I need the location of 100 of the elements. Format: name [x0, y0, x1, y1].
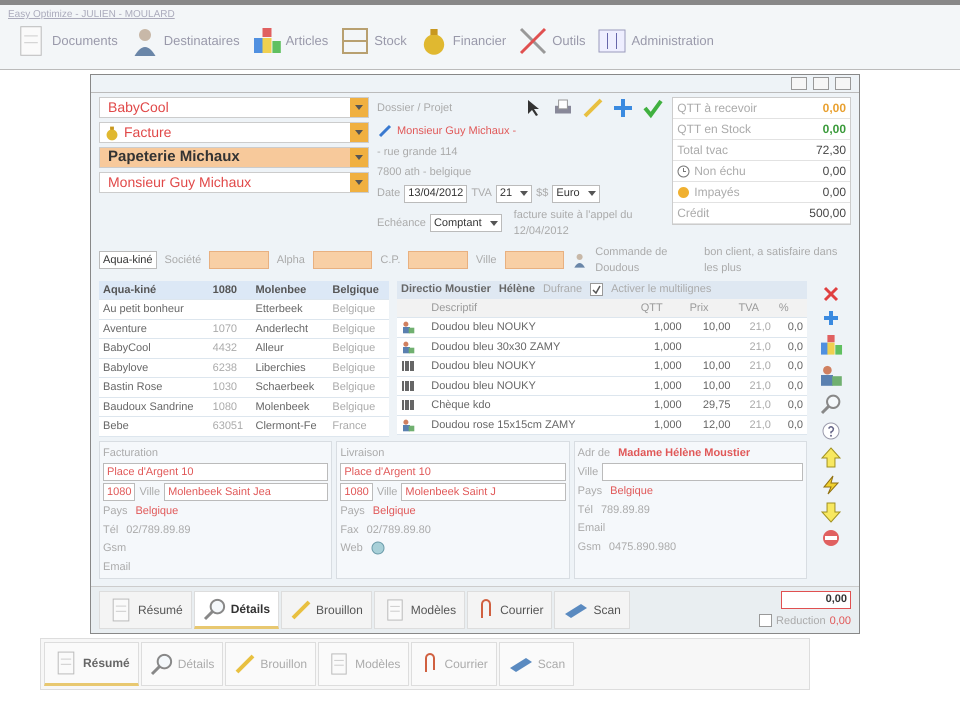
- pen-icon: [377, 123, 393, 140]
- currency-dropdown[interactable]: Euro: [552, 184, 600, 202]
- date-field[interactable]: 13/04/2012: [404, 184, 468, 202]
- city-cell: Molenbeek: [252, 397, 328, 416]
- contact-label: Gsm: [103, 541, 126, 556]
- contact-first-name: Hélène: [498, 282, 535, 298]
- country-value: Belgique: [372, 504, 416, 519]
- filter-field[interactable]: [312, 251, 372, 269]
- barcode-icon: [401, 359, 415, 374]
- client-row[interactable]: BabyCool 4432 Alleur Belgique: [99, 338, 389, 358]
- folder-label: Dossier / Projet: [377, 100, 452, 116]
- plus-icon: [822, 308, 840, 326]
- multiline-checkbox[interactable]: [590, 283, 604, 296]
- client-row[interactable]: Aventure 1070 Anderlecht Belgique: [99, 319, 389, 338]
- caret-icon: [355, 180, 363, 185]
- client-row[interactable]: Aqua-kiné 1080 Molenbee Belgique: [99, 280, 389, 300]
- summary-label: QTT en Stock: [677, 121, 752, 138]
- street-field[interactable]: Place d'Argent 10: [340, 463, 566, 481]
- tab[interactable]: Brouillon: [281, 590, 372, 629]
- section-title: Adr de: [578, 446, 610, 460]
- country-cell: Belgique: [328, 338, 389, 358]
- section-title: Livraison: [340, 446, 384, 460]
- city-cell: Liberchies: [252, 358, 328, 378]
- country-label: Pays: [340, 504, 365, 519]
- country-cell: Belgique: [328, 300, 389, 319]
- table-cell: 10,00: [686, 376, 734, 396]
- city-field[interactable]: Molenbeek Saint J: [401, 483, 566, 501]
- country-cell: France: [328, 416, 389, 436]
- table-cell: Doudou bleu NOUKY: [427, 376, 637, 396]
- contact-surname: Directio Moustier: [401, 282, 491, 298]
- dropdown-field[interactable]: Facture: [99, 122, 369, 143]
- author-name: Dufrane: [542, 282, 582, 298]
- column-header: QTT: [636, 298, 686, 318]
- tab[interactable]: Résumé: [99, 590, 192, 629]
- client-row[interactable]: Bebe 63051 Clermont-Fe France: [99, 416, 389, 436]
- contact-label: Web: [340, 541, 363, 556]
- column-header: TVA: [734, 298, 775, 318]
- tab[interactable]: Courrier: [467, 590, 552, 629]
- table-cell: Chèque kdo: [427, 396, 637, 415]
- summary-value: 72,30: [816, 142, 846, 159]
- filter-field[interactable]: [408, 251, 468, 269]
- postal-code-field[interactable]: 1080: [103, 483, 136, 501]
- contact-value: 02/789.89.80: [366, 522, 431, 538]
- city-cell: Schaerbeek: [252, 378, 328, 397]
- client-row[interactable]: Babylove 6238 Liberchies Belgique: [99, 358, 389, 378]
- client-name: Bebe: [99, 416, 209, 436]
- country-value: Belgique: [135, 504, 178, 519]
- client-name: Babylove: [99, 358, 209, 378]
- table-cell: 0,0: [774, 337, 807, 356]
- column-header: Prix: [686, 298, 734, 318]
- contact-label: Fax: [340, 522, 359, 538]
- note-text: facture suite à l'appel du 12/04/2012: [514, 208, 634, 239]
- city-cell: Alleur: [252, 338, 328, 358]
- caret-icon: [490, 220, 498, 226]
- contact-value: 0475.890.980: [608, 540, 676, 554]
- client-row[interactable]: Baudoux Sandrine 1080 Molenbeek Belgique: [99, 397, 389, 416]
- help-icon: [821, 420, 841, 440]
- blocks-icon: [252, 26, 282, 56]
- dropdown-field[interactable]: Monsieur Guy Michaux: [99, 172, 369, 193]
- table-cell: 0,0: [774, 376, 807, 396]
- client-row[interactable]: Au petit bonheur Etterbeek Belgique: [99, 300, 389, 319]
- dropdown-field[interactable]: Papeterie Michaux: [99, 147, 369, 168]
- vat-dropdown[interactable]: 21: [496, 184, 532, 202]
- up-arrow-icon: [820, 446, 842, 468]
- person-icon: [572, 251, 588, 269]
- postal-code: 6238: [208, 358, 252, 378]
- tab[interactable]: Détails: [194, 590, 280, 629]
- city-field[interactable]: [602, 463, 803, 481]
- due-dropdown[interactable]: Comptant: [430, 214, 502, 232]
- filter-field[interactable]: [504, 251, 564, 269]
- search-field[interactable]: Aqua-kiné: [99, 251, 157, 269]
- dropdown-field[interactable]: BabyCool: [99, 97, 369, 118]
- filter-field[interactable]: [209, 251, 269, 269]
- city-cell: Anderlecht: [252, 319, 328, 338]
- tab[interactable]: Modèles: [374, 590, 466, 629]
- table-cell: 21,0: [734, 337, 775, 356]
- summary-value: 500,00: [809, 205, 846, 222]
- street-field[interactable]: Place d'Argent 10: [103, 463, 328, 481]
- contact-label: Email: [103, 560, 131, 574]
- tab[interactable]: Résumé: [44, 642, 139, 686]
- postal-code: 63051: [208, 416, 252, 436]
- search-icon: [202, 596, 227, 621]
- country-cell: Belgique: [328, 319, 389, 338]
- search-icon: [820, 392, 842, 414]
- reduction-checkbox[interactable]: [759, 614, 772, 628]
- city-label: Ville: [139, 484, 160, 500]
- postal-code: 1080: [208, 397, 252, 416]
- summary-label: Non échu: [694, 163, 746, 180]
- client-name: Au petit bonheur: [99, 300, 209, 319]
- address-line: - rue grande 114: [377, 144, 459, 160]
- tab[interactable]: Scan: [554, 590, 630, 629]
- postal-code-field[interactable]: 1080: [340, 483, 373, 501]
- pencil-icon: [582, 97, 604, 119]
- client-row[interactable]: Bastin Rose 1030 Schaerbeek Belgique: [99, 378, 389, 397]
- table-cell: Doudou bleu NOUKY: [427, 318, 637, 337]
- total-field: 0,00: [781, 590, 851, 608]
- city-field[interactable]: Molenbeek Saint Jea: [164, 483, 328, 501]
- shelf-icon: [340, 26, 370, 56]
- column-filter-label: Alpha: [276, 252, 305, 268]
- table-cell: 21,0: [734, 376, 775, 396]
